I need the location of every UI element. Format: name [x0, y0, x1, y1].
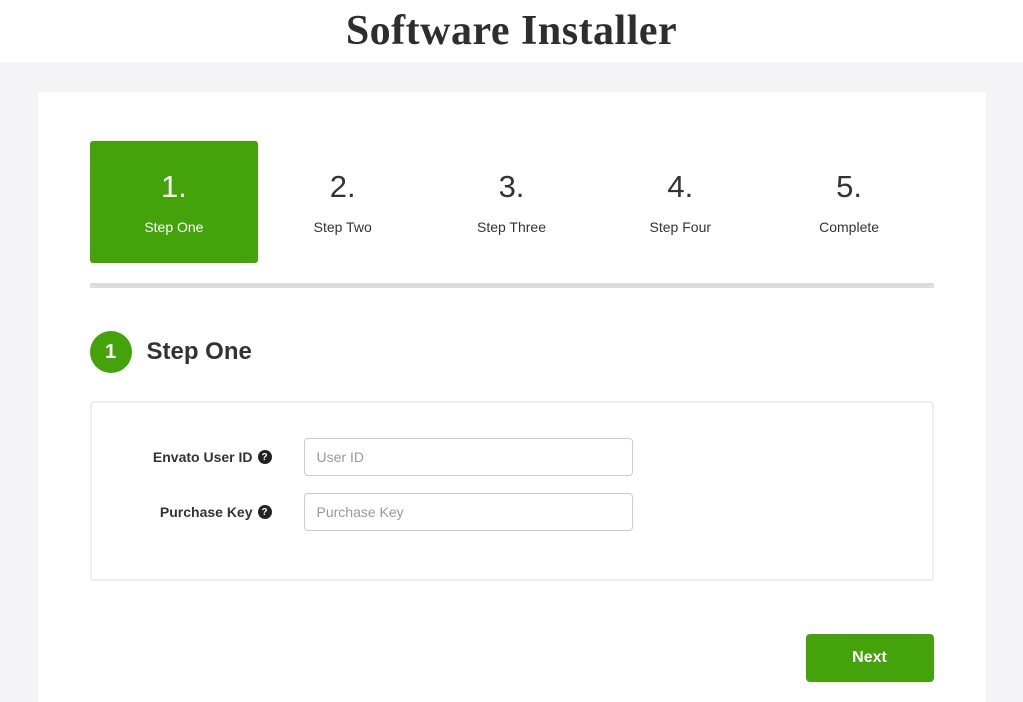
step-label: Complete — [819, 219, 879, 235]
step-label: Step One — [144, 219, 203, 235]
stepper-step-three[interactable]: 3. Step Three — [427, 141, 596, 263]
stepper-track — [90, 283, 934, 288]
stepper: 1. Step One 2. Step Two 3. Step Three 4.… — [90, 141, 934, 263]
step-number: 1. — [161, 169, 187, 205]
envato-user-id-label-text: Envato User ID — [153, 449, 253, 465]
step-number: 3. — [499, 169, 525, 205]
installer-card: 1. Step One 2. Step Two 3. Step Three 4.… — [38, 92, 986, 702]
step-number: 2. — [330, 169, 356, 205]
purchase-key-label-text: Purchase Key — [160, 504, 253, 520]
next-button[interactable]: Next — [806, 634, 934, 682]
form-row-purchase-key: Purchase Key ? — [122, 493, 902, 531]
step-number: 5. — [836, 169, 862, 205]
section-heading: 1 Step One — [90, 331, 934, 373]
section-title: Step One — [147, 338, 252, 366]
step-number-badge: 1 — [90, 331, 132, 373]
help-icon[interactable]: ? — [258, 450, 272, 464]
actions-bar: Next — [90, 634, 934, 682]
stepper-step-two[interactable]: 2. Step Two — [258, 141, 427, 263]
stepper-step-one[interactable]: 1. Step One — [90, 141, 259, 263]
step-one-form-panel: Envato User ID ? Purchase Key ? — [90, 401, 934, 581]
step-label: Step Three — [477, 219, 546, 235]
form-row-envato-user-id: Envato User ID ? — [122, 438, 902, 476]
envato-user-id-input[interactable] — [304, 438, 633, 476]
page-title: Software Installer — [346, 7, 677, 55]
step-label: Step Two — [314, 219, 372, 235]
purchase-key-input[interactable] — [304, 493, 633, 531]
step-number: 4. — [667, 169, 693, 205]
stepper-step-four[interactable]: 4. Step Four — [596, 141, 765, 263]
help-icon[interactable]: ? — [258, 505, 272, 519]
step-label: Step Four — [650, 219, 711, 235]
stepper-step-complete[interactable]: 5. Complete — [765, 141, 934, 263]
page-header: Software Installer — [0, 0, 1023, 62]
purchase-key-label: Purchase Key ? — [122, 504, 272, 520]
envato-user-id-label: Envato User ID ? — [122, 449, 272, 465]
